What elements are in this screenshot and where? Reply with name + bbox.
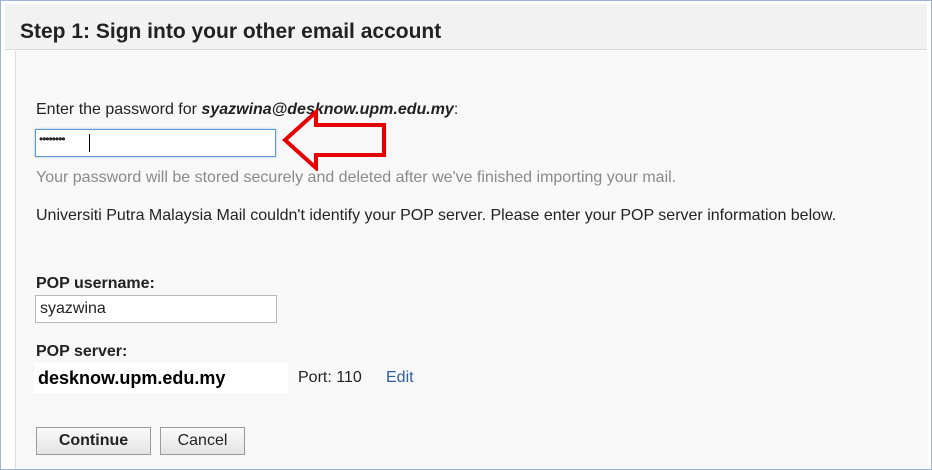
password-label: Enter the password for syazwina@desknow.… — [36, 101, 458, 119]
form-panel: Enter the password for syazwina@desknow.… — [15, 51, 928, 469]
dialog-frame: Step 1: Sign into your other email accou… — [0, 0, 932, 470]
pop-server-value: desknow.upm.edu.my — [38, 368, 226, 388]
pop-server-label: POP server: — [36, 343, 128, 360]
edit-link[interactable]: Edit — [386, 369, 414, 387]
port-label: Port: 110 — [298, 369, 362, 386]
password-label-suffix: : — [453, 101, 459, 118]
password-label-prefix: Enter the password for — [36, 101, 202, 118]
pop-server-value-box: desknow.upm.edu.my — [34, 363, 288, 393]
continue-button[interactable]: Continue — [36, 427, 151, 455]
cancel-button[interactable]: Cancel — [160, 427, 245, 455]
step-header: Step 1: Sign into your other email accou… — [5, 4, 927, 50]
page-title: Step 1: Sign into your other email accou… — [20, 20, 442, 43]
pop-server-info: Universiti Putra Malaysia Mail couldn't … — [36, 207, 837, 224]
pop-username-label: POP username: — [36, 275, 155, 292]
password-field[interactable]: •••••••• — [35, 129, 276, 157]
password-hint: Your password will be stored securely an… — [36, 169, 677, 186]
pop-username-field[interactable]: syazwina — [35, 295, 277, 323]
red-arrow-icon — [282, 109, 386, 171]
text-caret — [89, 134, 90, 152]
password-masked-value: •••••••• — [39, 132, 66, 146]
